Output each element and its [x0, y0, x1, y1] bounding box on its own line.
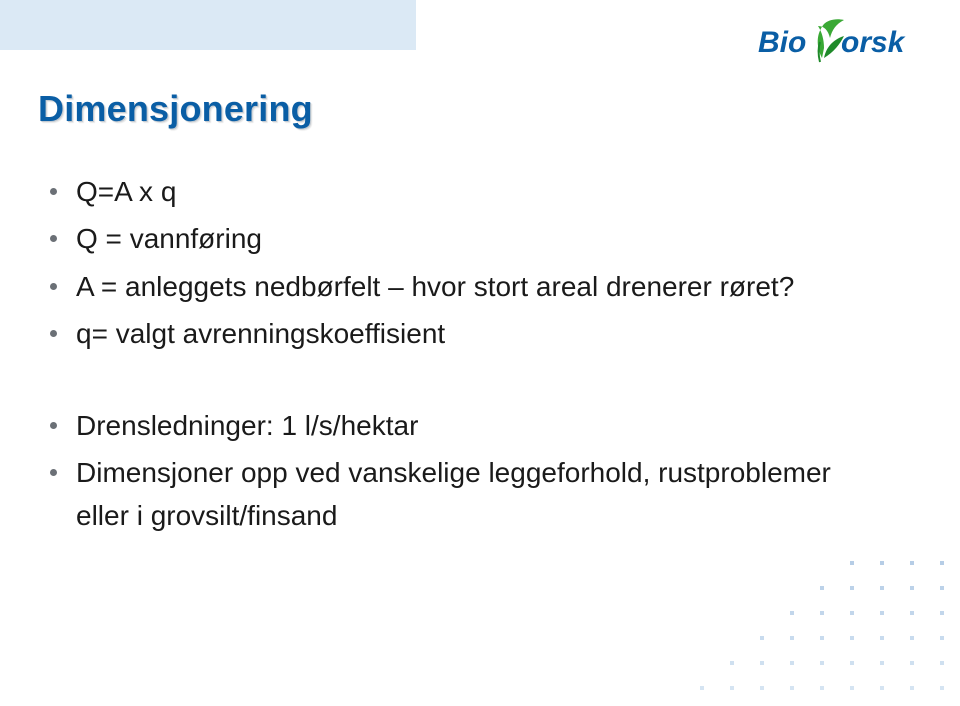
bullet-text: q= valgt avrenningskoeffisient: [76, 318, 445, 349]
list-item: q= valgt avrenningskoeffisient: [46, 312, 866, 355]
list-item: A = anleggets nedbørfelt – hvor stort ar…: [46, 265, 866, 308]
top-accent-bar: [0, 0, 416, 50]
corner-dot-pattern: [660, 556, 960, 706]
bullet-list-1: Q=A x q Q = vannføring A = anleggets ned…: [46, 170, 866, 356]
list-item: Drensledninger: 1 l/s/hektar: [46, 404, 866, 447]
bullet-text: Q = vannføring: [76, 223, 262, 254]
page-title: Dimensjonering: [38, 88, 313, 130]
bullet-list-2: Drensledninger: 1 l/s/hektar Dimensjoner…: [46, 404, 866, 538]
bioforsk-logo: Bio orsk: [756, 18, 934, 71]
bullet-text: Drensledninger: 1 l/s/hektar: [76, 410, 418, 441]
bullet-text: Dimensjoner opp ved vanskelige leggeforh…: [76, 457, 831, 531]
list-item: Dimensjoner opp ved vanskelige leggeforh…: [46, 451, 866, 538]
content-area: Q=A x q Q = vannføring A = anleggets ned…: [46, 170, 866, 542]
list-item: Q=A x q: [46, 170, 866, 213]
bullet-text: Q=A x q: [76, 176, 176, 207]
svg-text:Bio: Bio: [758, 26, 806, 59]
svg-text:orsk: orsk: [841, 26, 906, 59]
bullet-text: A = anleggets nedbørfelt – hvor stort ar…: [76, 271, 794, 302]
list-item: Q = vannføring: [46, 217, 866, 260]
